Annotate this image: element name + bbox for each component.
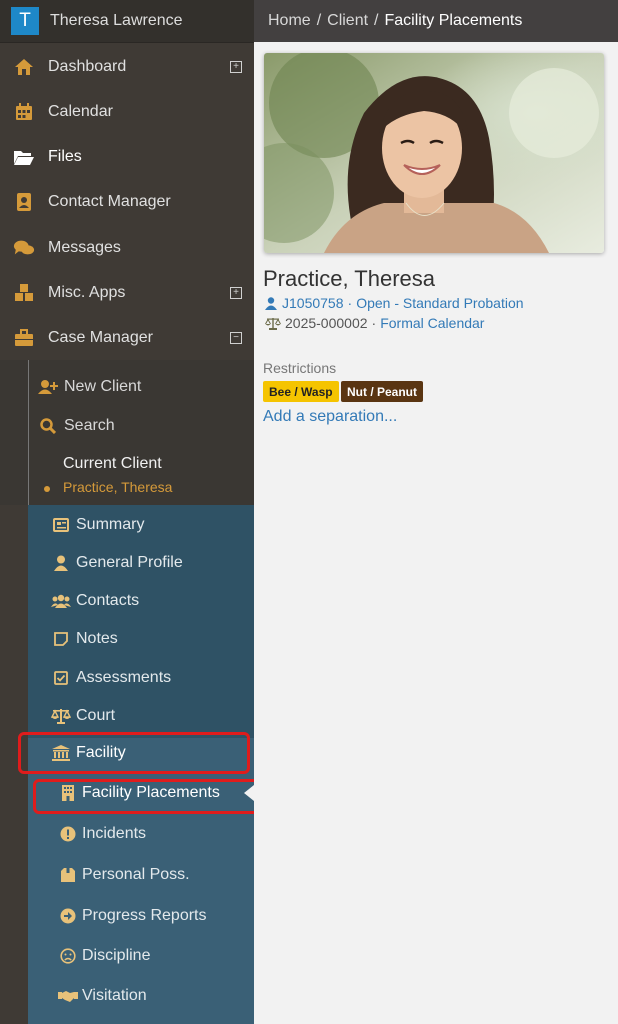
nav-case-manager[interactable]: Case Manager − <box>0 315 254 360</box>
restriction-badge: Nut / Peanut <box>341 381 424 402</box>
current-client-dot <box>44 486 50 492</box>
menu-contacts[interactable]: Contacts <box>50 586 139 616</box>
collapse-icon[interactable]: − <box>230 331 242 344</box>
newspaper-icon <box>50 518 72 532</box>
nav-misc-apps[interactable]: Misc. Apps + <box>0 270 254 315</box>
menu-general-profile[interactable]: General Profile <box>50 548 183 578</box>
menu-personal-possessions-label: Personal Poss. <box>82 866 190 883</box>
menu-summary-label: Summary <box>76 516 145 533</box>
arrow-circle-right-icon <box>58 908 78 924</box>
balance-scale-icon <box>50 708 72 724</box>
menu-visitation[interactable]: Visitation <box>58 981 147 1011</box>
case-info-line: J1050758 · Open - Standard Probation <box>265 295 524 311</box>
cubes-icon <box>13 282 35 304</box>
case-status-link[interactable]: Open - Standard Probation <box>356 295 523 311</box>
address-book-icon <box>13 191 35 213</box>
expand-icon[interactable]: + <box>230 286 242 299</box>
app-logo[interactable]: T <box>11 7 39 35</box>
user-icon <box>50 555 72 571</box>
exclamation-circle-icon <box>58 826 78 842</box>
menu-court[interactable]: Court <box>50 701 115 731</box>
nav-calendar-label: Calendar <box>48 102 113 120</box>
breadcrumb: Home / Client / Facility Placements <box>254 0 618 42</box>
user-name[interactable]: Theresa Lawrence <box>50 12 183 30</box>
expand-icon[interactable]: + <box>230 60 242 73</box>
case-id-link[interactable]: J1050758 <box>282 295 344 311</box>
menu-notes-label: Notes <box>76 630 118 647</box>
menu-court-label: Court <box>76 707 116 724</box>
client-photo <box>264 53 604 253</box>
new-client-link[interactable]: New Client <box>38 372 141 402</box>
search-icon <box>38 418 58 434</box>
menu-contacts-label: Contacts <box>76 592 140 609</box>
frown-icon <box>58 948 78 964</box>
menu-personal-possessions[interactable]: Personal Poss. <box>58 860 190 890</box>
user-icon <box>265 296 277 310</box>
check-square-icon <box>50 671 72 685</box>
nav-contact-manager[interactable]: Contact Manager <box>0 179 254 224</box>
breadcrumb-current: Facility Placements <box>384 12 523 29</box>
menu-incidents[interactable]: Incidents <box>58 819 146 849</box>
menu-summary[interactable]: Summary <box>50 510 144 540</box>
briefcase-icon <box>13 327 35 349</box>
court-number: 2025-000002 <box>285 315 368 331</box>
handshake-icon <box>58 989 78 1003</box>
nav-case-manager-label: Case Manager <box>48 328 153 346</box>
menu-discipline-label: Discipline <box>82 947 151 964</box>
nav-contact-manager-label: Contact Manager <box>48 192 171 210</box>
restrictions-label: Restrictions <box>263 360 337 376</box>
menu-general-profile-label: General Profile <box>76 554 183 571</box>
current-client-title[interactable]: Current Client <box>63 455 162 473</box>
folder-open-icon <box>13 146 35 168</box>
highlight-facility-placements <box>33 779 268 814</box>
nav-files[interactable]: Files <box>0 134 254 179</box>
search-link[interactable]: Search <box>38 411 115 441</box>
calendar-icon <box>13 101 35 123</box>
nav-misc-apps-label: Misc. Apps <box>48 283 126 301</box>
main-content: Home / Client / Facility Placements Prac… <box>254 0 618 1024</box>
court-info-line: 2025-000002 · Formal Calendar <box>265 315 484 331</box>
user-header: T Theresa Lawrence <box>0 0 254 43</box>
menu-visitation-label: Visitation <box>82 987 147 1004</box>
nav-messages[interactable]: Messages <box>0 225 254 270</box>
nav-calendar[interactable]: Calendar <box>0 89 254 134</box>
menu-progress-reports-label: Progress Reports <box>82 907 207 924</box>
box-icon <box>58 867 78 883</box>
tree-line <box>28 360 29 505</box>
users-icon <box>50 594 72 608</box>
comments-icon <box>13 237 35 259</box>
menu-assessments[interactable]: Assessments <box>50 663 171 693</box>
user-plus-icon <box>38 379 58 395</box>
restriction-badge: Bee / Wasp <box>263 381 339 402</box>
nav-files-label: Files <box>48 147 82 165</box>
breadcrumb-separator: / <box>374 12 379 29</box>
menu-notes[interactable]: Notes <box>50 624 118 654</box>
add-separation-link[interactable]: Add a separation... <box>263 408 397 426</box>
search-label: Search <box>64 417 115 434</box>
breadcrumb-separator: / <box>316 12 322 29</box>
nav-dashboard-label: Dashboard <box>48 57 127 75</box>
menu-progress-reports[interactable]: Progress Reports <box>58 901 207 931</box>
current-client-name[interactable]: Practice, Theresa <box>63 479 172 495</box>
separator-dot: · <box>371 315 377 331</box>
calendar-link[interactable]: Formal Calendar <box>380 315 484 331</box>
sticky-note-icon <box>50 632 72 646</box>
new-client-label: New Client <box>64 378 142 395</box>
menu-discipline[interactable]: Discipline <box>58 941 150 971</box>
separator-dot: · <box>347 295 353 311</box>
client-name: Practice, Theresa <box>263 266 436 291</box>
nav-dashboard[interactable]: Dashboard + <box>0 44 254 89</box>
menu-incidents-label: Incidents <box>82 825 147 842</box>
home-icon <box>13 56 35 78</box>
nav-messages-label: Messages <box>48 238 121 256</box>
menu-assessments-label: Assessments <box>76 669 172 686</box>
breadcrumb-client[interactable]: Client <box>327 12 368 30</box>
highlight-facility <box>18 732 250 774</box>
breadcrumb-home[interactable]: Home <box>268 12 311 30</box>
balance-scale-icon <box>265 317 281 330</box>
